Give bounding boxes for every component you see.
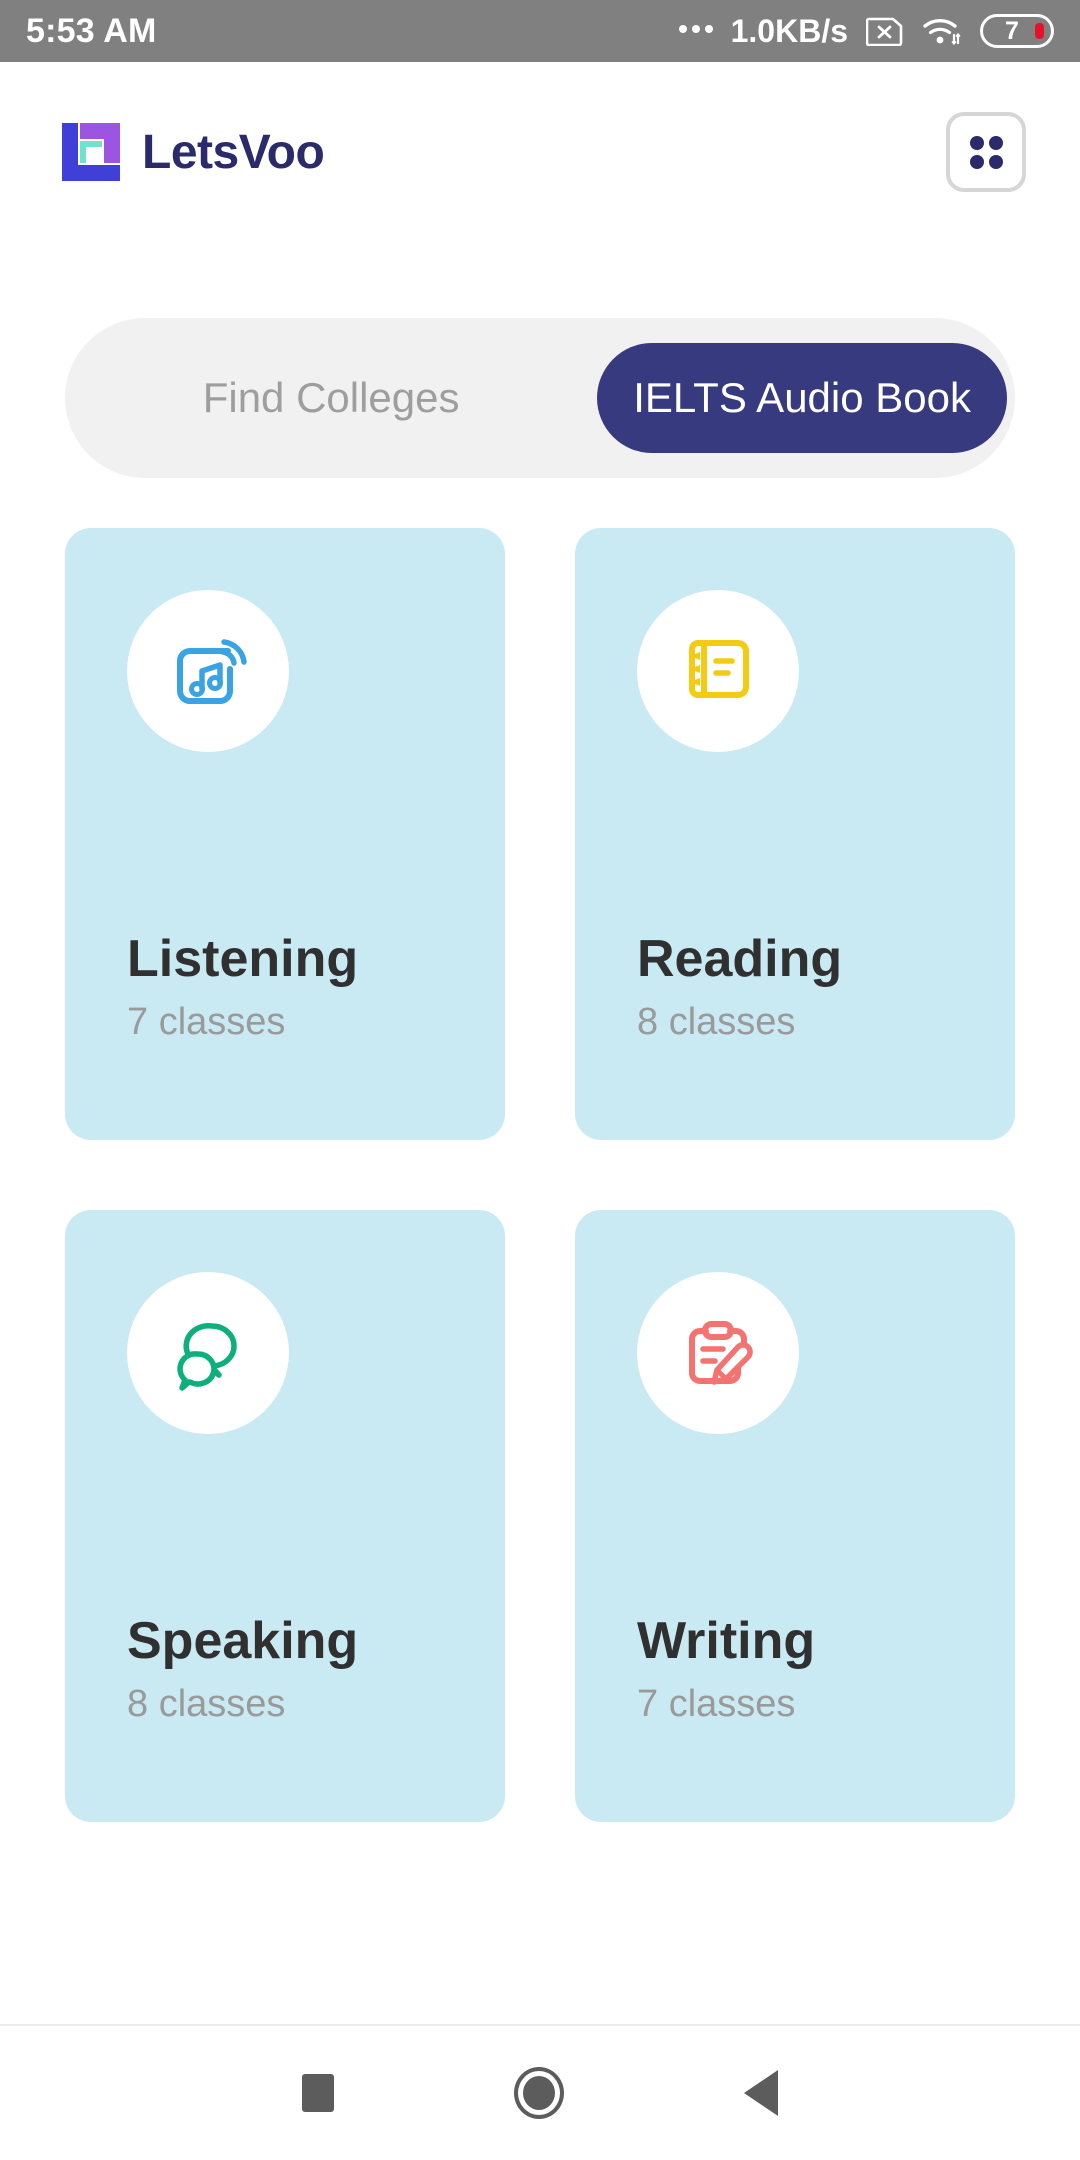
status-clock: 5:53 AM	[26, 11, 157, 50]
square-recents-icon[interactable]	[302, 2074, 334, 2112]
card-text: Writing 7 classes	[637, 1614, 815, 1726]
card-text: Reading 8 classes	[637, 932, 842, 1044]
music-audio-icon	[166, 627, 250, 716]
tab-switcher: Find Colleges IELTS Audio Book	[65, 318, 1015, 478]
card-title: Listening	[127, 930, 359, 989]
card-subtitle: 7 classes	[637, 1683, 796, 1725]
tab-find-colleges[interactable]: Find Colleges	[65, 343, 597, 453]
card-title: Writing	[637, 1612, 816, 1671]
card-text: Speaking 8 classes	[127, 1614, 358, 1726]
battery-icon: 7	[980, 14, 1054, 48]
chat-bubbles-icon	[166, 1309, 250, 1398]
status-icons: 1.0KB/s 7	[678, 12, 1054, 50]
triangle-back-icon[interactable]	[744, 2070, 778, 2116]
network-speed-label: 1.0KB/s	[730, 12, 848, 49]
brand-name: LetsVoo	[142, 125, 325, 179]
tab-ielts-audio-book[interactable]: IELTS Audio Book	[597, 343, 1007, 453]
grid-menu-icon[interactable]	[946, 112, 1026, 192]
card-text: Listening 7 classes	[127, 932, 358, 1044]
circle-home-icon[interactable]	[514, 2067, 564, 2119]
card-listening[interactable]: Listening 7 classes	[65, 528, 505, 1140]
status-bar: 5:53 AM 1.0KB/s 7	[0, 0, 1080, 62]
card-subtitle: 8 classes	[637, 1001, 796, 1043]
icon-badge	[637, 590, 799, 752]
brand: LetsVoo	[62, 123, 325, 181]
category-grid: Listening 7 classes Reading 8 classes Sp…	[65, 528, 1015, 1822]
icon-badge	[637, 1272, 799, 1434]
clipboard-pencil-icon	[676, 1309, 760, 1398]
card-title: Speaking	[127, 1612, 359, 1671]
battery-low-indicator	[1035, 23, 1044, 39]
notebook-icon	[676, 627, 760, 716]
card-subtitle: 7 classes	[127, 1001, 286, 1043]
wifi-icon	[922, 15, 962, 47]
card-writing[interactable]: Writing 7 classes	[575, 1210, 1015, 1822]
card-title: Reading	[637, 930, 843, 989]
card-speaking[interactable]: Speaking 8 classes	[65, 1210, 505, 1822]
card-reading[interactable]: Reading 8 classes	[575, 528, 1015, 1140]
ellipsis-icon	[678, 25, 713, 37]
app-header: LetsVoo	[0, 62, 1080, 242]
letsvoo-logo-icon	[62, 123, 120, 181]
icon-badge	[127, 1272, 289, 1434]
sim-card-disabled-icon	[866, 16, 904, 46]
app-screen: 5:53 AM 1.0KB/s 7 LetsVoo Find Colleges …	[0, 0, 1080, 2160]
battery-level-label: 7	[1005, 16, 1019, 45]
system-navigation-bar	[0, 2024, 1080, 2160]
card-subtitle: 8 classes	[127, 1683, 286, 1725]
icon-badge	[127, 590, 289, 752]
